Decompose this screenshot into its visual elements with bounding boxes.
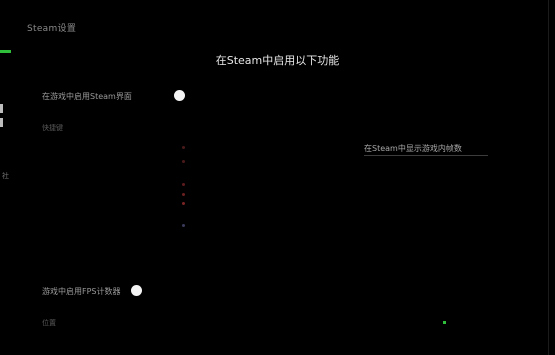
page-title: 在Steam中启用以下功能 bbox=[215, 54, 340, 67]
position-dot[interactable] bbox=[182, 183, 185, 186]
position-dot[interactable] bbox=[182, 146, 185, 149]
overlay-toggle[interactable] bbox=[174, 90, 185, 101]
link-underline bbox=[364, 155, 488, 156]
sidebar-marker bbox=[0, 104, 3, 113]
position-dot[interactable] bbox=[182, 160, 185, 163]
window-title: Steam设置 bbox=[27, 24, 77, 34]
status-indicator bbox=[443, 321, 446, 324]
shortcut-label: 快捷键 bbox=[42, 124, 63, 132]
sidebar-marker bbox=[0, 118, 3, 127]
position-dot[interactable] bbox=[182, 193, 185, 196]
fps-counter-toggle[interactable] bbox=[131, 285, 142, 296]
setting-label-steam-overlay: 在游戏中启用Steam界面 bbox=[42, 92, 132, 101]
position-dot[interactable] bbox=[182, 202, 185, 205]
fps-display-link[interactable]: 在Steam中显示游戏内帧数 bbox=[364, 143, 462, 154]
position-dot[interactable] bbox=[182, 224, 185, 227]
sidebar-item-label[interactable]: 社 bbox=[2, 171, 9, 181]
scrollbar-track[interactable] bbox=[548, 0, 549, 355]
setting-label-fps-counter: 游戏中启用FPS计数器 bbox=[42, 287, 121, 296]
position-label: 位置 bbox=[42, 319, 56, 327]
